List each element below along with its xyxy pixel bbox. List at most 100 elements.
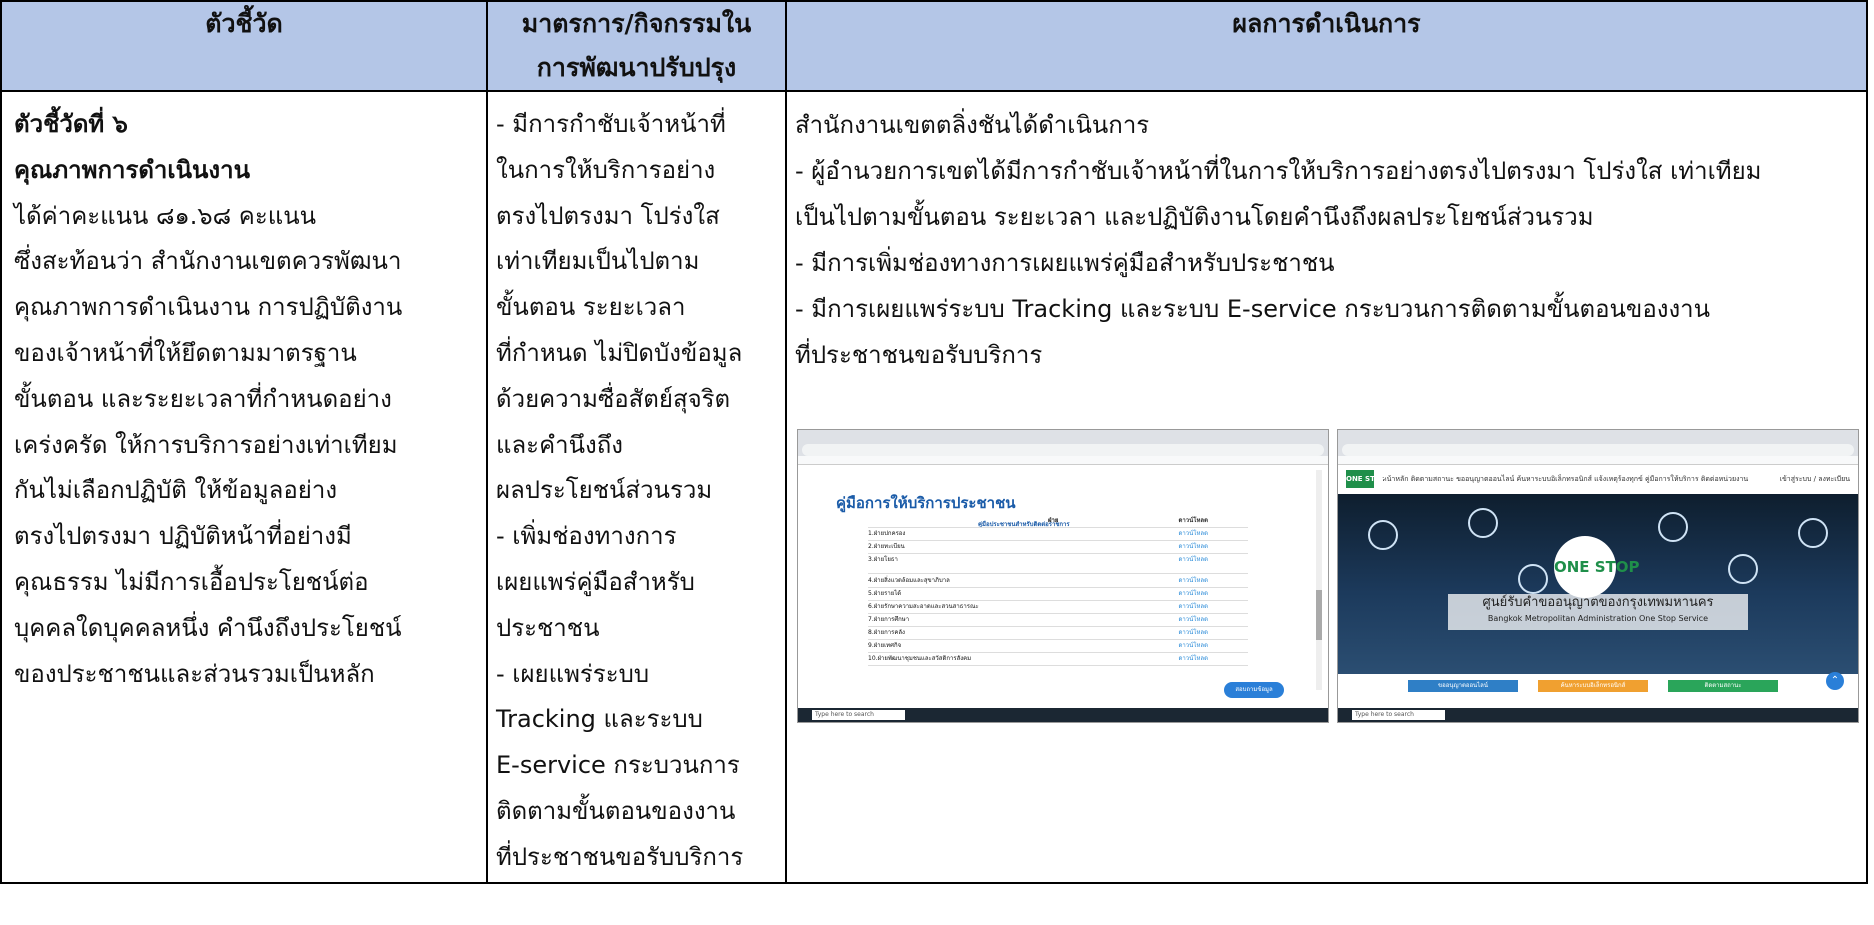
manual-row: 2.ฝ่ายทะเบียน ดาวน์โหลด bbox=[868, 540, 1248, 554]
oss-hero: ONE STOP ศูนย์รับคำขออนุญาตของกรุงเทพมหา… bbox=[1338, 494, 1858, 674]
indicator-line: ได้ค่าคะแนน ๘๑.๖๘ คะแนน bbox=[14, 201, 317, 230]
measure-line: ตรงไปตรงมา โปร่งใส bbox=[496, 201, 720, 230]
download-link[interactable]: ดาวน์โหลด bbox=[1179, 540, 1209, 553]
measure-line: ติดตามขั้นตอนของงาน bbox=[496, 796, 736, 825]
measure-line: E-service กระบวนการ bbox=[496, 751, 740, 780]
measure-line: ที่ประชาชนขอรับบริการ bbox=[496, 842, 744, 871]
oss-logo: ONE STOP bbox=[1346, 470, 1386, 488]
hero-icon bbox=[1518, 564, 1548, 594]
indicator-name: คุณภาพการดำเนินงาน bbox=[14, 155, 251, 184]
measure-line: - มีการกำชับเจ้าหน้าที่ bbox=[496, 110, 726, 138]
measure-line: - เพิ่มช่องทางการ bbox=[496, 522, 677, 551]
measure-line: และคำนึงถึง bbox=[496, 430, 623, 459]
result-line: - มีการเผยแพร่ระบบ Tracking และระบบ E-se… bbox=[795, 295, 1711, 323]
header-measures-line1: มาตรการ/กิจกรรมใน bbox=[521, 9, 752, 38]
manual-col-division: ฝ่าย bbox=[1048, 517, 1059, 524]
measure-line: ที่กำหนด ไม่ปิดบังข้อมูล bbox=[496, 338, 743, 367]
measure-line: เท่าเทียมเป็นไปตาม bbox=[496, 247, 700, 276]
manual-row: 6.ฝ่ายรักษาความสะอาดและสวนสาธารณะ ดาวน์โห… bbox=[868, 600, 1248, 614]
hero-icon bbox=[1468, 508, 1498, 538]
indicator-line: คุณภาพการดำเนินงาน การปฏิบัติงาน bbox=[14, 293, 403, 322]
taskbar: Type here to search bbox=[1338, 708, 1858, 722]
measures-cell: - มีการกำชับเจ้าหน้าที่ ในการให้บริการอย… bbox=[486, 90, 787, 884]
oss-banner: ศูนย์รับคำขออนุญาตของกรุงเทพมหานคร Bangk… bbox=[1448, 594, 1748, 630]
oss-search-systems-button[interactable]: ค้นหาระบบอิเล็กทรอนิกส์ bbox=[1538, 680, 1648, 692]
taskbar: Type here to search bbox=[798, 708, 1328, 722]
header-measures: มาตรการ/กิจกรรมใน การพัฒนาปรับปรุง bbox=[486, 0, 787, 92]
manual-row: 1.ฝ่ายปกครอง ดาวน์โหลด bbox=[868, 527, 1248, 541]
chat-button[interactable]: สอบถามข้อมูล bbox=[1224, 682, 1284, 698]
scroll-up-icon[interactable]: ⌃ bbox=[1826, 672, 1844, 690]
browser-chrome bbox=[798, 430, 1328, 465]
measure-line: ประชาชน bbox=[496, 613, 600, 642]
hero-icon bbox=[1368, 520, 1398, 550]
download-link[interactable]: ดาวน์โหลด bbox=[1179, 652, 1209, 665]
measure-line: ในการให้บริการอย่าง bbox=[496, 155, 716, 184]
result-line: สำนักงานเขตตลิ่งชันได้ดำเนินการ bbox=[795, 111, 1150, 139]
manual-row: 5.ฝ่ายรายได้ ดาวน์โหลด bbox=[868, 587, 1248, 601]
indicator-line: ขั้นตอน และระยะเวลาที่กำหนดอย่าง bbox=[14, 384, 392, 413]
download-link[interactable]: ดาวน์โหลด bbox=[1179, 574, 1209, 587]
oss-navbar: หน้าหลัก ติดตามสถานะ ขออนุญาตออนไลน์ ค้น… bbox=[1338, 466, 1858, 492]
result-line: - มีการเพิ่มช่องทางการเผยแพร่คู่มือสำหรั… bbox=[795, 249, 1335, 277]
result-line: ที่ประชาชนขอรับบริการ bbox=[795, 341, 1043, 369]
hero-icon bbox=[1728, 554, 1758, 584]
taskbar-search[interactable]: Type here to search bbox=[812, 710, 905, 720]
oss-track-status-button[interactable]: ติดตามสถานะ bbox=[1668, 680, 1778, 692]
oss-banner-subtitle: Bangkok Metropolitan Administration One … bbox=[1487, 614, 1709, 623]
download-link[interactable]: ดาวน์โหลด bbox=[1179, 587, 1209, 600]
indicator-line: ซึ่งสะท้อนว่า สำนักงานเขตควรพัฒนา bbox=[14, 247, 402, 276]
indicator-line: กันไม่เลือกปฏิบัติ ให้ข้อมูลอย่าง bbox=[14, 476, 338, 505]
oss-action-buttons: ขออนุญาตออนไลน์ ค้นหาระบบอิเล็กทรอนิกส์ … bbox=[1338, 680, 1858, 692]
indicator-line: ของเจ้าหน้าที่ให้ยึดตามมาตรฐาน bbox=[14, 338, 357, 367]
scrollbar[interactable] bbox=[1316, 470, 1322, 690]
indicator-title: ตัวชี้วัดที่ ๖ bbox=[14, 110, 128, 138]
evidence-screenshots: คู่มือการให้บริการประชาชน คู่มือประชาชนส… bbox=[797, 429, 1859, 723]
download-link[interactable]: ดาวน์โหลด bbox=[1179, 600, 1209, 613]
browser-chrome bbox=[1338, 430, 1858, 465]
measure-line: ผลประโยชน์ส่วนรวม bbox=[496, 476, 713, 505]
manual-row: 3.ฝ่ายโยธา ดาวน์โหลด bbox=[868, 553, 1248, 574]
indicator-line: เคร่งครัด ให้การบริการอย่างเท่าเทียม bbox=[14, 430, 398, 459]
header-indicator: ตัวชี้วัด bbox=[0, 0, 488, 92]
manual-row: 10.ฝ่ายพัฒนาชุมชนและสวัสดิการสังคม ดาวน์โ… bbox=[868, 652, 1248, 666]
indicator-line: ของประชาชนและส่วนรวมเป็นหลัก bbox=[14, 659, 375, 688]
manual-row: 4.ฝ่ายสิ่งแวดล้อมและสุขาภิบาล ดาวน์โหลด bbox=[868, 574, 1248, 588]
hero-icon bbox=[1658, 512, 1688, 542]
result-line: เป็นไปตามขั้นตอน ระยะเวลา และปฏิบัติงานโ… bbox=[795, 203, 1594, 231]
manual-header-row: ฝ่าย ดาวน์โหลด bbox=[868, 514, 1248, 528]
result-line: - ผู้อำนวยการเขตได้มีการกำชับเจ้าหน้าที่… bbox=[795, 157, 1762, 185]
download-link[interactable]: ดาวน์โหลด bbox=[1179, 626, 1209, 639]
oss-banner-title: ศูนย์รับคำขออนุญาตของกรุงเทพมหานคร bbox=[1482, 595, 1714, 610]
indicator-cell: ตัวชี้วัดที่ ๖ คุณภาพการดำเนินงาน ได้ค่า… bbox=[0, 90, 488, 884]
header-results: ผลการดำเนินการ bbox=[785, 0, 1868, 92]
measure-line: ด้วยความซื่อสัตย์สุจริต bbox=[496, 384, 731, 413]
manual-row: 9.ฝ่ายเทศกิจ ดาวน์โหลด bbox=[868, 639, 1248, 653]
download-link[interactable]: ดาวน์โหลด bbox=[1179, 527, 1209, 540]
manual-col-download: ดาวน์โหลด bbox=[1178, 517, 1209, 524]
results-cell: สำนักงานเขตตลิ่งชันได้ดำเนินการ - ผู้อำน… bbox=[785, 90, 1868, 884]
indicator-table: ตัวชี้วัด มาตรการ/กิจกรรมใน การพัฒนาปรับ… bbox=[0, 0, 1868, 884]
measure-line: - เผยแพร่ระบบ bbox=[496, 659, 650, 688]
download-link[interactable]: ดาวน์โหลด bbox=[1179, 639, 1209, 652]
measure-line: เผยแพร่คู่มือสำหรับ bbox=[496, 567, 695, 596]
indicator-line: บุคคลใดบุคคลหนึ่ง คำนึงถึงประโยชน์ bbox=[14, 613, 402, 642]
measure-line: ขั้นตอน ระยะเวลา bbox=[496, 293, 686, 322]
manual-page-screenshot: คู่มือการให้บริการประชาชน คู่มือประชาชนส… bbox=[797, 429, 1329, 723]
manual-row: 7.ฝ่ายการศึกษา ดาวน์โหลด bbox=[868, 613, 1248, 627]
table-row: ตัวชี้วัดที่ ๖ คุณภาพการดำเนินงาน ได้ค่า… bbox=[0, 90, 1868, 884]
oss-hero-logo: ONE STOP bbox=[1554, 536, 1640, 598]
table-header-row: ตัวชี้วัด มาตรการ/กิจกรรมใน การพัฒนาปรับ… bbox=[0, 0, 1868, 92]
taskbar-search[interactable]: Type here to search bbox=[1352, 710, 1445, 720]
download-link[interactable]: ดาวน์โหลด bbox=[1179, 613, 1209, 626]
header-measures-line2: การพัฒนาปรับปรุง bbox=[536, 53, 737, 82]
indicator-line: คุณธรรม ไม่มีการเอื้อประโยชน์ต่อ bbox=[14, 567, 369, 596]
oss-nav-links[interactable]: หน้าหลัก ติดตามสถานะ ขออนุญาตออนไลน์ ค้น… bbox=[1382, 475, 1748, 483]
oss-apply-online-button[interactable]: ขออนุญาตออนไลน์ bbox=[1408, 680, 1518, 692]
oss-login-link[interactable]: เข้าสู่ระบบ / ลงทะเบียน bbox=[1780, 466, 1850, 492]
hero-icon bbox=[1798, 518, 1828, 548]
oss-page-screenshot: หน้าหลัก ติดตามสถานะ ขออนุญาตออนไลน์ ค้น… bbox=[1337, 429, 1859, 723]
measure-line: Tracking และระบบ bbox=[496, 705, 703, 734]
download-link[interactable]: ดาวน์โหลด bbox=[1179, 553, 1209, 566]
indicator-line: ตรงไปตรงมา ปฏิบัติหน้าที่อย่างมี bbox=[14, 522, 352, 551]
